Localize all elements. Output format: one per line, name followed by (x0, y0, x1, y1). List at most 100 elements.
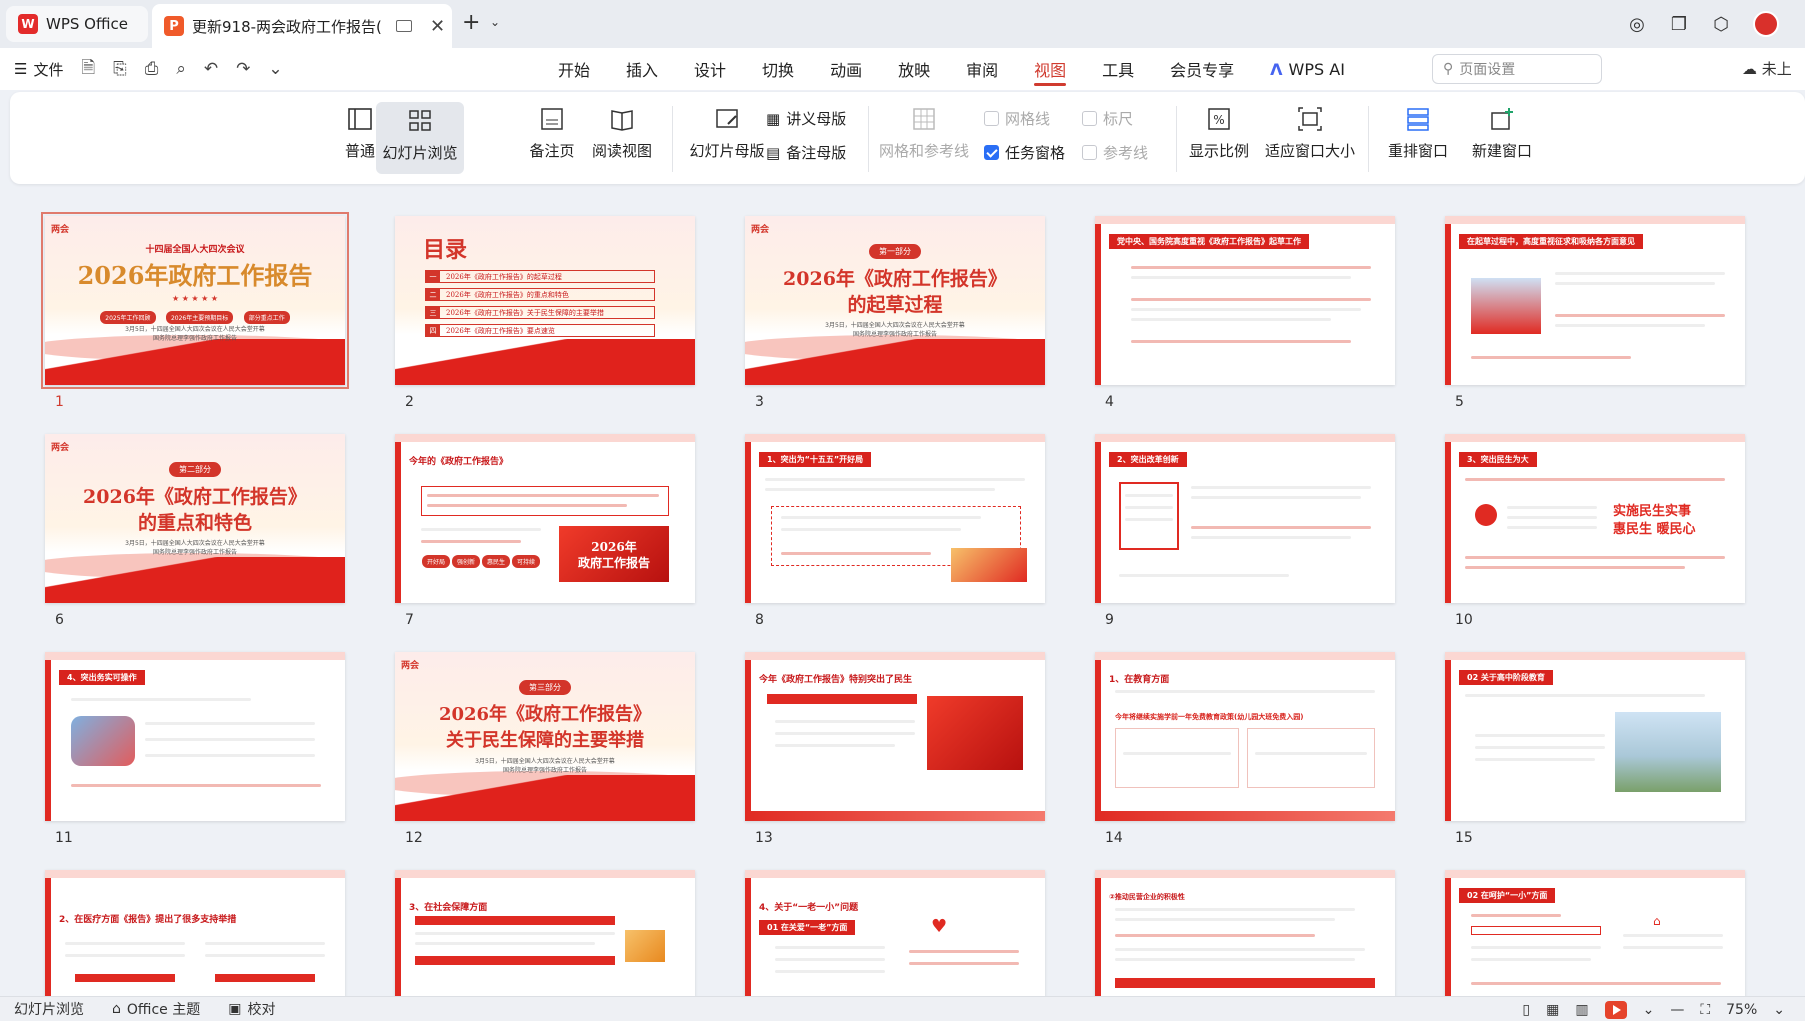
slide-thumbnail-19[interactable]: ②推动民营企业的积极性 (1095, 870, 1395, 996)
slide-thumbnail-3[interactable]: 两会 第一部分 2026年《政府工作报告》 的起草过程 3月5日，十四届全国人大… (745, 216, 1045, 385)
slide-thumbnail-13[interactable]: 今年《政府工作报告》特别突出了民生 (745, 652, 1045, 821)
save-icon[interactable]: 🗎 (81, 55, 95, 84)
slide-heading: 在起草过程中，高度重视征求和吸纳各方面意见 (1459, 234, 1643, 249)
search-placeholder: 页面设置 (1459, 62, 1516, 78)
slide-thumbnail-2[interactable]: 目录 一 2026年《政府工作报告》的起草过程 二 2026年《政府工作报告》的重点… (395, 216, 695, 385)
tab-home[interactable]: 开始 (540, 48, 608, 90)
tab-tools[interactable]: 工具 (1084, 48, 1152, 90)
slide-tags: 开好局 强创新 惠民生 可持续 (421, 552, 541, 568)
slide-sorter-icon[interactable]: ▦ (1546, 1002, 1559, 1018)
tab-wps-office[interactable]: W WPS Office (6, 6, 148, 42)
guides-checkbox[interactable]: 参考线 (1082, 142, 1148, 163)
slide-stars: ★ ★ ★ ★ ★ (171, 294, 219, 303)
text-line (205, 942, 325, 945)
more-chevron-icon[interactable]: ⌄ (268, 59, 282, 79)
fit-window-button[interactable]: 适应窗口大小 (1260, 100, 1360, 161)
slide-thumbnail-15[interactable]: 02 关于高中阶段教育 (1445, 652, 1745, 821)
tab-insert[interactable]: 插入 (608, 48, 676, 90)
ai-assistant-icon[interactable]: ◎ (1627, 14, 1647, 35)
slide-thumbnail-8[interactable]: 1、突出为“十五五”开好局 (745, 434, 1045, 603)
status-theme[interactable]: ⌂ Office 主题 (98, 999, 214, 1019)
status-view-mode[interactable]: 幻灯片浏览 (0, 999, 98, 1019)
redo-icon[interactable]: ↷ (236, 59, 250, 79)
tab-design[interactable]: 设计 (676, 48, 744, 90)
lianghui-logo-icon: 两会 (751, 225, 770, 235)
slide-number: 5 (1455, 394, 1464, 410)
slide-number: 3 (755, 394, 764, 410)
slide-thumbnail-20[interactable]: 02 在呵护“一小”方面 ⌂ (1445, 870, 1745, 996)
search-input[interactable]: ⚲ 页面设置 (1432, 54, 1602, 84)
fit-icon[interactable]: ⛶ (1700, 1002, 1710, 1018)
file-menu[interactable]: ☰ 文件 (14, 59, 63, 80)
print-icon[interactable]: ⎙ (145, 59, 159, 79)
reading-view-icon[interactable]: ▥ (1575, 1002, 1588, 1018)
chevron-down-icon[interactable]: ⌄ (1643, 1002, 1655, 1018)
export-icon[interactable]: ⎘ (113, 59, 127, 79)
tab-member[interactable]: 会员专享 (1152, 48, 1252, 90)
slide-thumbnail-7[interactable]: 今年的《政府工作报告》 开好局 强创新 惠民生 可持续 2026年 政府工作报告 (395, 434, 695, 603)
tab-animations[interactable]: 动画 (812, 48, 880, 90)
notes-page-button[interactable]: 备注页 (524, 100, 580, 161)
handout-master-button[interactable]: ▦ 讲义母版 (766, 108, 846, 129)
grid-guides-button[interactable]: 网格和参考线 (876, 100, 972, 161)
normal-view-icon[interactable]: ▯ (1522, 1002, 1530, 1018)
new-window-button[interactable]: 新建窗口 (1462, 100, 1542, 161)
chevron-down-icon[interactable]: ⌄ (1773, 1002, 1785, 1018)
reading-view-button[interactable]: 阅读视图 (584, 100, 660, 161)
undo-icon[interactable]: ↶ (204, 59, 218, 79)
toc-text: 2026年《政府工作报告》要点速览 (446, 326, 555, 335)
slide-thumbnail-16[interactable]: 2、在医疗方面《报告》提出了很多支持举措 (45, 870, 345, 996)
arrange-windows-button[interactable]: 重排窗口 (1378, 100, 1458, 161)
tab-transitions[interactable]: 切换 (744, 48, 812, 90)
tab-wps-ai[interactable]: Λ WPS AI (1252, 48, 1363, 90)
slide-caption: 国务院总理李强作政府工作报告 (502, 767, 587, 774)
monitor-icon[interactable] (396, 20, 412, 32)
slide-title: 关于民生保障的主要举措 (446, 730, 644, 751)
ruler-checkbox[interactable]: 标尺 (1082, 108, 1133, 129)
chevron-down-icon[interactable]: ⌄ (490, 15, 500, 29)
play-slideshow-icon[interactable] (1604, 1000, 1627, 1019)
slide-thumbnail-14[interactable]: 1、在教育方面 今年将继续实施学前一年免费教育政策(幼儿园大班免费入园) (1095, 652, 1395, 821)
slide-thumbnail-11[interactable]: 4、突出务实可操作 (45, 652, 345, 821)
tab-view[interactable]: 视图 (1016, 48, 1084, 90)
slide-master-label: 幻灯片母版 (689, 142, 765, 160)
slide-thumbnail-5[interactable]: 在起草过程中，高度重视征求和吸纳各方面意见 (1445, 216, 1745, 385)
slide-caption: 3月5日，十四届全国人大四次会议在人民大会堂开幕 (125, 326, 265, 333)
zoom-label: 显示比例 (1188, 142, 1249, 160)
slide-heading: 02 关于高中阶段教育 (1459, 670, 1553, 685)
task-pane-checkbox[interactable]: 任务窗格 (984, 142, 1065, 163)
zoom-level[interactable]: 75% (1726, 1002, 1757, 1018)
slide-thumbnail-10[interactable]: 3、突出民生为大 实施民生实事 惠民生 暖民心 (1445, 434, 1745, 603)
slide-thumbnail-4[interactable]: 党中央、国务院高度重视《政府工作报告》起草工作 (1095, 216, 1395, 385)
tab-review[interactable]: 审阅 (948, 48, 1016, 90)
text-line (1125, 494, 1173, 497)
zoom-button[interactable]: % 显示比例 (1184, 100, 1254, 161)
handout-master-label: 讲义母版 (786, 110, 847, 128)
avatar[interactable] (1753, 11, 1779, 37)
slide-thumbnail-1[interactable]: 两会 十四届全国人大四次会议 2026年政府工作报告 ★ ★ ★ ★ ★ 202… (41, 212, 349, 389)
slide-thumbnail-12[interactable]: 两会 第三部分 2026年《政府工作报告》 关于民生保障的主要举措 3月5日，十… (395, 652, 695, 821)
text-line (1555, 324, 1705, 327)
slide-subheading: 01 在关爱“一老”方面 (759, 920, 856, 935)
notes-master-button[interactable]: ▤ 备注母版 (766, 142, 846, 163)
print-preview-icon[interactable]: ⌕ (176, 59, 186, 79)
slide-number: 6 (55, 612, 64, 628)
close-tab-icon[interactable]: ✕ (430, 16, 445, 37)
status-proofing[interactable]: ▣ 校对 (214, 999, 289, 1019)
tab-document[interactable]: P 更新918-两会政府工作报告( ✕ (152, 4, 452, 48)
cube-icon[interactable]: ⬡ (1711, 14, 1731, 35)
window-switch-icon[interactable]: ❐ (1669, 14, 1689, 35)
tab-slideshow[interactable]: 放映 (880, 48, 948, 90)
slide-thumbnail-6[interactable]: 两会 第二部分 2026年《政府工作报告》 的重点和特色 3月5日，十四届全国人… (45, 434, 345, 603)
cloud-status[interactable]: ☁ 未上 (1742, 58, 1792, 79)
slide-thumbnail-18[interactable]: 4、关于“一老一小”问题 01 在关爱“一老”方面 ♥ (745, 870, 1045, 996)
slide-thumbnail-9[interactable]: 2、突出改革创新 (1095, 434, 1395, 603)
tab-label: 更新918-两会政府工作报告( (192, 17, 382, 36)
slide-thumbnail-17[interactable]: 3、在社会保障方面 (395, 870, 695, 996)
status-right-controls: ▯ ▦ ▥ ⌄ — ⛶ 75% ⌄ (1522, 997, 1805, 1021)
slide-sorter-button[interactable]: 幻灯片浏览 (376, 102, 464, 174)
new-tab-button[interactable]: + (462, 10, 480, 35)
gridlines-checkbox[interactable]: 网格线 (984, 108, 1050, 129)
zoom-minus-icon[interactable]: — (1670, 1002, 1684, 1018)
slide-master-button[interactable]: 幻灯片母版 (674, 100, 780, 161)
